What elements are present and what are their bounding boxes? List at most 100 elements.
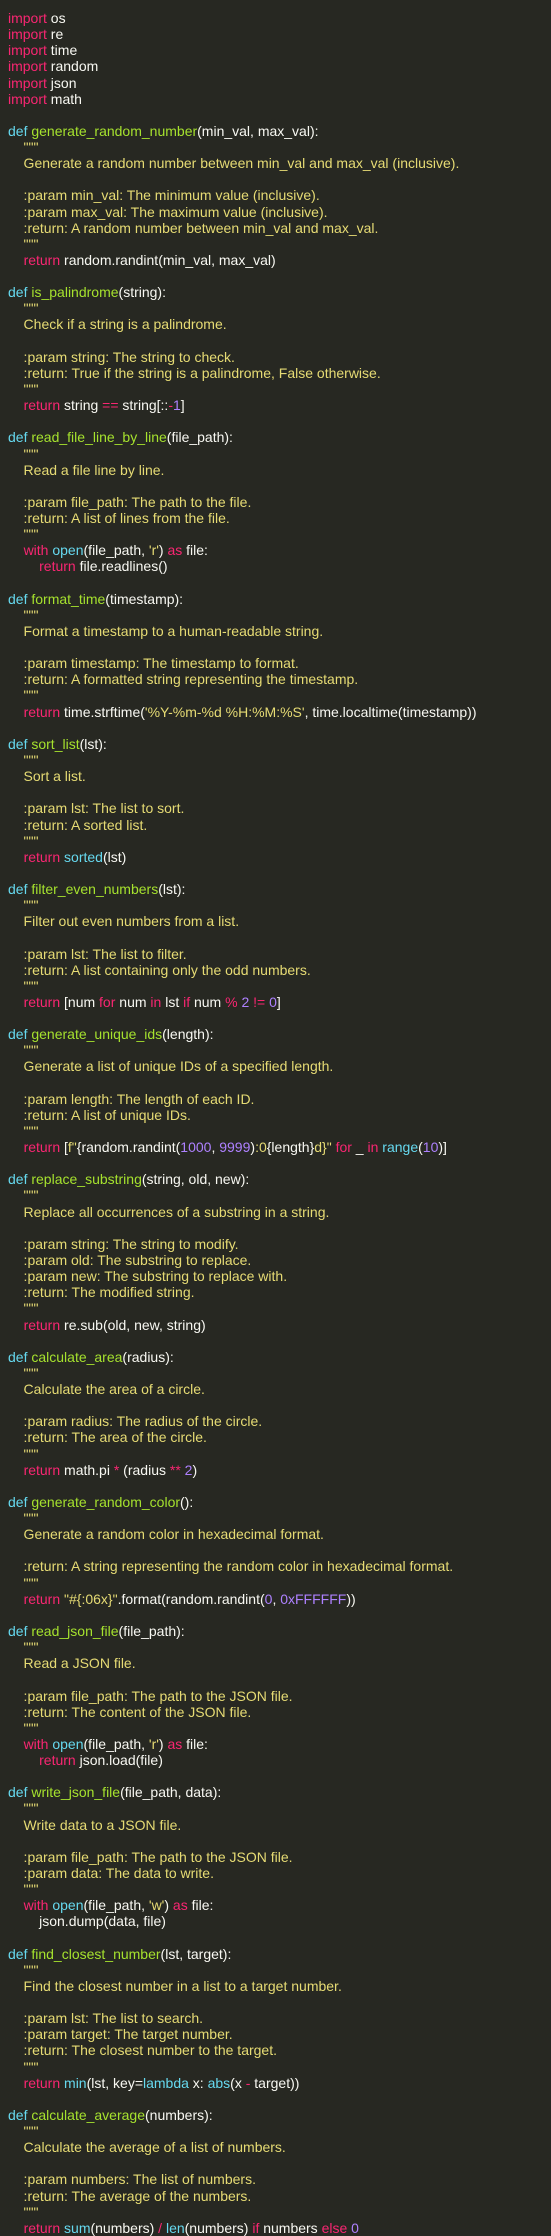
code-token: Calculate the area of a circle. [8,1381,205,1398]
code-token: re [46,26,64,43]
code-token: Format a timestamp to a human-readable s… [8,622,324,639]
code-token: (radius [119,1461,170,1478]
code-token: (file_path): [166,429,233,446]
code-token: in [150,993,162,1010]
code-token: """ [8,2058,39,2075]
code-token: sorted [64,848,103,865]
code-token: {length} [266,1139,315,1156]
code-token: generate_unique_ids [31,1026,163,1043]
code-token: (lst): [158,881,186,898]
code-token: random [46,58,99,75]
code-token: :param lst: The list to filter. [8,945,187,962]
code-line: def generate_random_number(min_val, max_… [8,123,319,139]
code-token: import [8,90,47,107]
code-line: :return: A random number between min_val… [8,220,379,236]
code-token: json [46,74,77,91]
code-line: Find the closest number in a list to a t… [8,1978,342,1994]
code-token: math.pi [60,1461,114,1478]
code-token: filter_even_numbers [31,881,159,898]
code-token: """ [8,139,39,156]
code-token: )) [346,1590,356,1607]
code-token: """ [8,1719,39,1736]
code-token: Calculate the average of a list of numbe… [8,2139,286,2156]
code-token: Write data to a JSON file. [8,1816,182,1833]
code-token: 0 [269,993,277,1010]
code-token: """ [8,1042,39,1059]
code-line: def write_json_file(file_path, data): [8,1784,221,1800]
code-token: string[:: [118,397,169,414]
code-line: """ [8,1961,39,1978]
code-line: Generate a random number between min_val… [8,155,460,171]
code-line: with open(file_path, 'r') as file: [8,1736,208,1752]
code-line: :param target: The target number. [8,2026,233,2042]
code-line: :return: A list of lines from the file. [8,510,230,526]
code-line: """ [8,1575,39,1591]
code-line: json.dump(data, file) [8,1913,166,1929]
code-line: :return: The closest number to the targe… [8,2042,277,2058]
code-line: Sort a list. [8,768,86,784]
code-token: """ [8,1187,39,1204]
code-line: :return: The modified string. [8,1284,195,1300]
code-token: (radius): [122,1348,174,1365]
code-line: """ [8,300,39,316]
code-token: open [52,1735,84,1752]
code-token: import [8,10,47,26]
code-token: d}" [314,1139,332,1156]
code-token: def [8,122,32,139]
code-token: (string, old, new): [141,1171,250,1188]
code-token: )] [438,1139,447,1156]
code-token: """ [8,1800,39,1817]
code-line: """ [8,1510,39,1526]
code-line: return "#{:06x}".format(random.randint(0… [8,1591,356,1607]
code-token: time [46,42,78,59]
code-token: def [8,1348,32,1365]
code-line: :return: The content of the JSON file. [8,1703,252,1720]
code-token: :param lst: The list to search. [8,2010,204,2027]
code-line: def filter_even_numbers(lst): [8,881,185,897]
code-token: for [335,1139,352,1156]
code-token: :return: A list containing only the odd … [8,961,311,978]
code-token: (min_val, max_val): [197,122,319,139]
code-token: """ [8,2203,39,2220]
code-line: return [num for num in lst if num % 2 !=… [8,994,281,1010]
code-token: min [64,2074,87,2091]
code-token: != [253,993,266,1010]
code-token: """ [8,1961,39,1978]
code-token: ** [169,1461,181,1478]
code-line: Calculate the average of a list of numbe… [8,2139,286,2155]
code-token: :return: A string representing the rando… [8,1558,454,1575]
code-token: (file_path, [83,1897,149,1914]
code-token: :param file_path: The path to the file. [8,493,252,510]
code-token: def [8,1493,32,1510]
code-line: def generate_random_color(): [8,1494,193,1510]
code-token: (lst, key= [86,2074,143,2091]
code-token: """ [8,445,39,462]
code-token: ) [192,1461,198,1478]
code-token: file.readlines() [75,558,168,575]
code-token: return [23,2074,61,2091]
code-token: (file_path, data): [120,1784,222,1801]
code-line: :param string: The string to check. [8,349,235,365]
code-line: Generate a list of unique IDs of a speci… [8,1058,334,1075]
code-token: "#{:06x}" [64,1590,118,1607]
code-editor[interactable]: import os import re import time import rand… [0,0,551,2236]
code-line: def read_json_file(file_path): [8,1623,185,1639]
code-line: """ [8,1300,39,1316]
code-line: :return: The average of the numbers. [8,2188,252,2204]
code-token: file: [187,1897,214,1914]
code-token: num [115,993,151,1010]
code-line: :param file_path: The path to the JSON f… [8,1688,293,1704]
code-line: """ [8,1881,39,1897]
code-token: Generate a list of unique IDs of a speci… [8,1058,334,1075]
code-token: Generate a random color in hexadecimal f… [8,1526,324,1543]
code-line: :return: A string representing the rando… [8,1558,454,1575]
code-token: 1 [172,397,181,414]
code-token: :param numbers: The list of numbers. [8,2171,256,2188]
code-token: lambda [143,2074,189,2091]
code-token: return [23,251,61,268]
code-line: Check if a string is a palindrome. [8,316,227,332]
code-token: :return: The content of the JSON file. [8,1703,252,1720]
